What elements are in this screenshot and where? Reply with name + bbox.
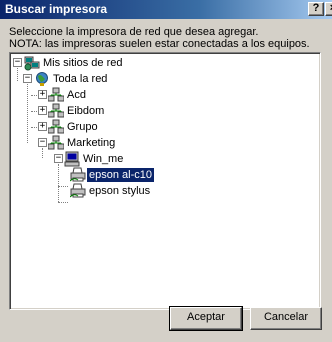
workgroup-icon [47,87,65,103]
expand-toggle[interactable]: + [38,122,47,131]
tree-item-label: epson al-c10 [86,167,155,183]
workgroup-icon [47,135,65,151]
expand-toggle[interactable]: + [38,90,47,99]
tree-item-mis-sitios-de-red[interactable]: − Mis sitios de red [10,55,310,71]
network-places-icon [24,55,40,71]
tree-item-label: Mis sitios de red [43,57,123,69]
collapse-toggle[interactable]: − [23,74,32,83]
tree-item-eibdom[interactable]: + Eibdom [10,103,310,119]
help-button[interactable]: ? [308,2,324,16]
tree-item-epson-al-c10[interactable]: epson al-c10 [10,167,310,183]
collapse-toggle[interactable]: − [38,138,47,147]
tree-item-acd[interactable]: + Acd [10,87,310,103]
close-button[interactable]: × [325,2,332,16]
printer-tree-view[interactable]: − Mis sitios de red − Toda la red + Acd … [9,52,321,310]
title-bar[interactable]: Buscar impresora ? × [0,0,332,19]
cancel-button[interactable]: Cancelar [250,307,322,330]
expand-toggle[interactable]: + [38,106,47,115]
instruction-line-1: Seleccione la impresora de red que desea… [9,26,259,38]
instruction-line-2: NOTA: las impresoras suelen estar conect… [9,38,310,50]
printer-icon [69,167,86,183]
window-title: Buscar impresora [5,2,108,16]
tree-item-marketing[interactable]: − Marketing [10,135,310,151]
tree-item-label: Toda la red [53,73,108,85]
tree-item-toda-la-red[interactable]: − Toda la red [10,71,310,87]
tree-item-win-me[interactable]: − Win_me [10,151,310,167]
tree-item-label: Acd [67,89,86,101]
tree-item-label: Eibdom [67,105,105,117]
tree-item-epson-stylus[interactable]: epson stylus [10,183,310,199]
printer-icon [69,183,86,199]
tree-item-label: Win_me [83,153,124,165]
tree-item-label: Grupo [67,121,98,133]
workgroup-icon [47,103,65,119]
ok-button[interactable]: Aceptar [169,306,243,331]
workgroup-icon [47,119,65,135]
globe-icon [34,71,50,87]
tree-item-label: Marketing [67,137,116,149]
tree-item-label: epson stylus [89,185,151,197]
collapse-toggle[interactable]: − [13,58,22,67]
collapse-toggle[interactable]: − [54,154,63,163]
tree-item-grupo[interactable]: + Grupo [10,119,310,135]
computer-icon [64,151,80,167]
